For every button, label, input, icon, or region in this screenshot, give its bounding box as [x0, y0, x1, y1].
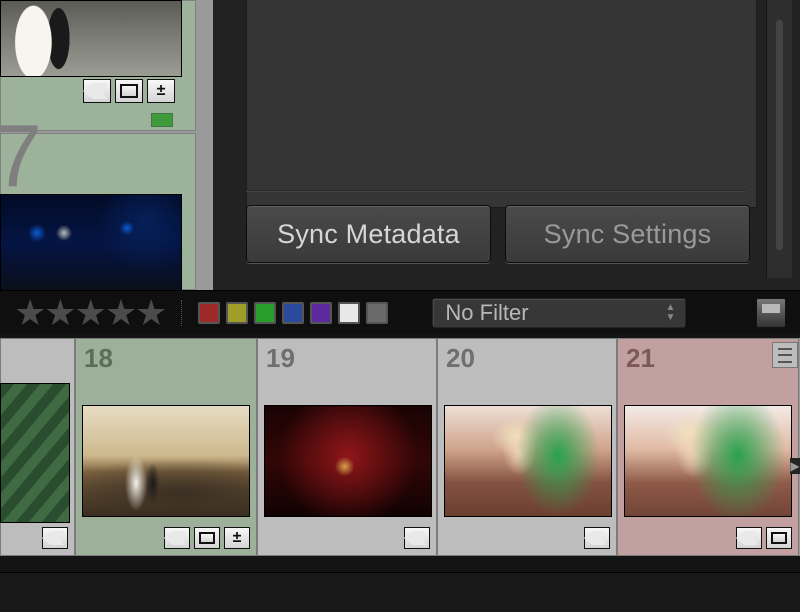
star-icon[interactable]: ★	[135, 295, 167, 331]
filmstrip-container: 18 19 20	[0, 334, 800, 572]
cell-index: 7	[0, 112, 40, 200]
toolbar-toggle-icon[interactable]	[756, 298, 786, 328]
color-filter-purple[interactable]	[310, 302, 332, 324]
metadata-panel: Sync Metadata Sync Settings	[213, 0, 800, 290]
thumbnail[interactable]	[0, 383, 70, 523]
photo-wedding	[1, 1, 181, 76]
color-label-swatch[interactable]	[151, 113, 173, 127]
bottom-bar	[0, 572, 800, 612]
filmstrip-cell[interactable]: 18	[75, 338, 257, 556]
filmstrip-menu-button[interactable]	[772, 342, 798, 368]
toolbar-separator	[181, 300, 182, 326]
metadata-area	[246, 0, 757, 208]
badge-row	[736, 527, 792, 549]
filter-toolbar: ★ ★ ★ ★ ★ No Filter ▲▼	[0, 290, 800, 334]
photo-stage	[1, 195, 181, 290]
badge-row	[404, 527, 430, 549]
star-icon[interactable]: ★	[75, 295, 107, 331]
thumbnail[interactable]	[444, 405, 612, 517]
app-root: 7 Sync Metadata Sync Settings ★ ★ ★ ★ ★ …	[0, 0, 800, 612]
star-icon[interactable]: ★	[105, 295, 137, 331]
filter-dropdown[interactable]: No Filter ▲▼	[432, 298, 686, 328]
cell-index: 21	[626, 343, 655, 374]
filmstrip-cell[interactable]: 21	[617, 338, 799, 556]
keywords-icon[interactable]	[83, 79, 111, 103]
keywords-icon[interactable]	[42, 527, 68, 549]
grid-panel: 7	[0, 0, 213, 290]
color-filter-group	[198, 302, 388, 324]
rating-stars-group: ★ ★ ★ ★ ★	[14, 295, 165, 331]
badge-row	[164, 527, 250, 549]
filter-dropdown-label: No Filter	[445, 300, 528, 326]
scrollbar-track	[776, 20, 783, 250]
badge-row	[584, 527, 610, 549]
keywords-icon[interactable]	[584, 527, 610, 549]
develop-adjust-icon[interactable]	[224, 527, 250, 549]
collection-icon[interactable]	[194, 527, 220, 549]
color-filter-white[interactable]	[338, 302, 360, 324]
panel-divider	[246, 190, 746, 192]
cell-index: 20	[446, 343, 475, 374]
photo-couple	[445, 406, 611, 516]
badge-row	[83, 79, 175, 103]
keywords-icon[interactable]	[164, 527, 190, 549]
star-icon[interactable]: ★	[14, 295, 46, 331]
photo-concert	[265, 406, 431, 516]
color-filter-red[interactable]	[198, 302, 220, 324]
color-filter-blue[interactable]	[282, 302, 304, 324]
sync-metadata-button[interactable]: Sync Metadata	[246, 205, 491, 263]
color-filter-yellow[interactable]	[226, 302, 248, 324]
stepper-icon: ▲▼	[663, 303, 677, 322]
thumbnail[interactable]	[264, 405, 432, 517]
collection-icon[interactable]	[115, 79, 143, 103]
filmstrip-cell[interactable]: 19	[257, 338, 437, 556]
cell-index: 19	[266, 343, 295, 374]
keywords-icon[interactable]	[404, 527, 430, 549]
sync-settings-button[interactable]: Sync Settings	[505, 205, 750, 263]
color-filter-gray[interactable]	[366, 302, 388, 324]
filmstrip-cell[interactable]: 20	[437, 338, 617, 556]
sync-button-row: Sync Metadata Sync Settings	[246, 205, 750, 263]
thumbnail[interactable]	[0, 0, 182, 77]
photo-aerial	[1, 384, 69, 522]
keywords-icon[interactable]	[736, 527, 762, 549]
thumbnail[interactable]	[0, 194, 182, 291]
panel-scrollbar[interactable]	[766, 0, 792, 278]
filmstrip: 18 19 20	[0, 338, 800, 556]
star-icon[interactable]: ★	[44, 295, 76, 331]
expand-panel-icon[interactable]: ▶	[790, 458, 800, 474]
develop-adjust-icon[interactable]	[147, 79, 175, 103]
photo-couple	[625, 406, 791, 516]
thumbnail[interactable]	[624, 405, 792, 517]
badge-row	[42, 527, 68, 549]
thumbnail[interactable]	[82, 405, 250, 517]
color-filter-green[interactable]	[254, 302, 276, 324]
cell-index: 18	[84, 343, 113, 374]
collection-icon[interactable]	[766, 527, 792, 549]
grid-cell[interactable]: 7	[0, 133, 196, 290]
filmstrip-cell[interactable]	[0, 338, 75, 556]
photo-reception	[83, 406, 249, 516]
